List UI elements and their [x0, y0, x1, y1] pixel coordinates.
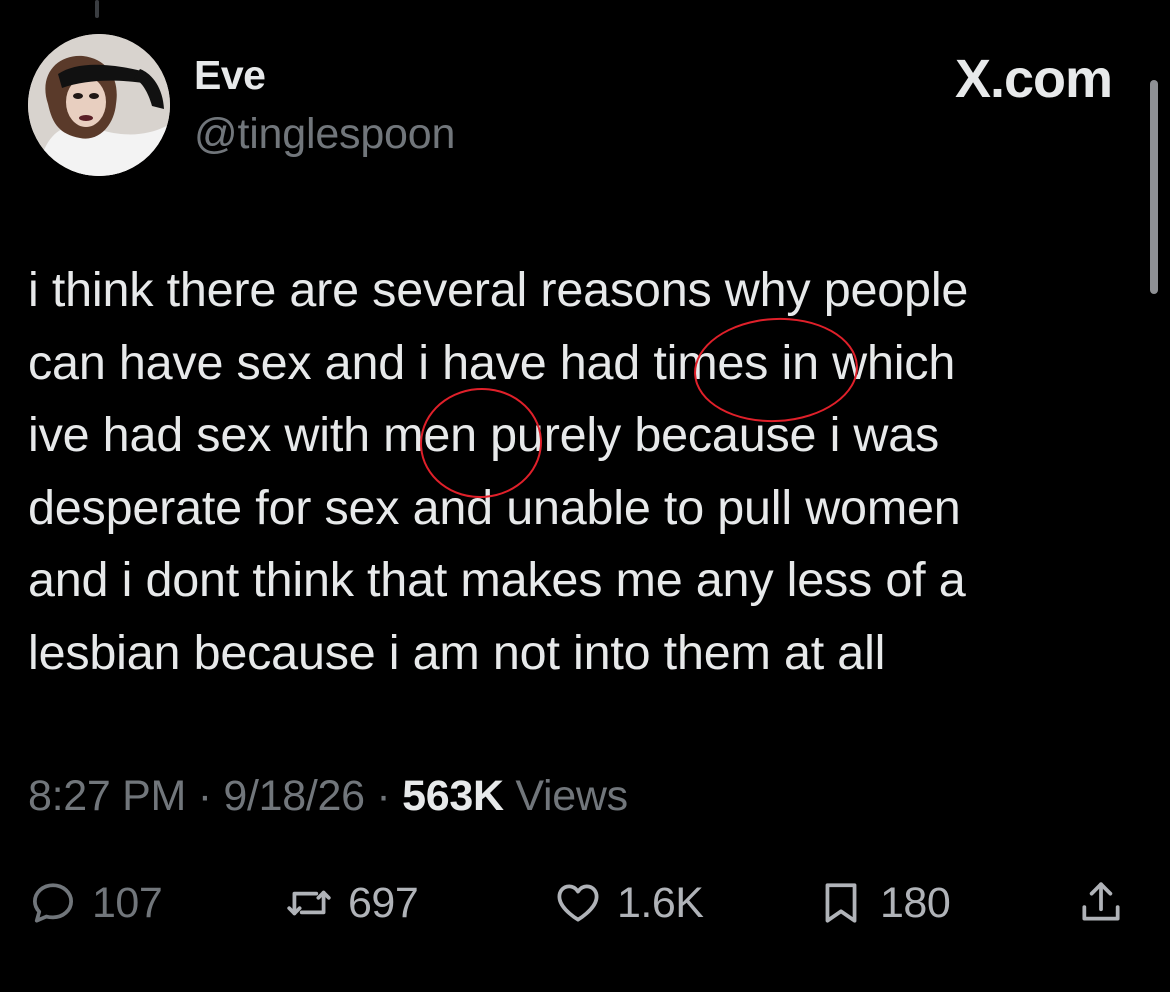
bookmark-button[interactable]: 180 [816, 868, 951, 938]
views-count: 563K [402, 772, 504, 820]
tweet-line: lesbian because i am not into them at al… [28, 625, 886, 680]
retweet-count: 697 [348, 878, 419, 927]
views-label: Views [515, 772, 628, 820]
share-icon [1082, 882, 1120, 921]
scrollbar[interactable] [1150, 80, 1158, 294]
reply-icon [33, 883, 73, 923]
retweet-button[interactable]: 697 [284, 868, 419, 938]
retweet-icon [287, 890, 331, 916]
profile-photo-icon [28, 34, 170, 176]
tweet-text: i think there are several reasons why pe… [28, 254, 1118, 689]
bookmark-icon [825, 883, 857, 923]
post-time[interactable]: 8:27 PM [28, 772, 186, 820]
share-button[interactable] [1076, 868, 1126, 938]
reply-count: 107 [92, 878, 163, 927]
tweet-line: can have sex and i have had times in whi… [28, 335, 956, 390]
bookmark-count: 180 [880, 878, 951, 927]
meta-separator: · [376, 772, 391, 820]
tweet-line: desperate for sex and unable to pull wom… [28, 480, 961, 535]
tweet-meta: 8:27 PM · 9/18/26 · 563K Views [28, 772, 628, 821]
tweet-line: i think there are several reasons why pe… [28, 263, 969, 317]
tweet-line: ive had sex with men purely because i wa… [28, 408, 940, 462]
tweet-actions: 107 697 1.6K 180 [0, 868, 1170, 938]
meta-separator: · [197, 772, 212, 820]
thread-connector-line [95, 0, 99, 18]
post-date[interactable]: 9/18/26 [223, 772, 365, 820]
display-name[interactable]: Eve [194, 52, 266, 99]
tweet-line: and i dont think that makes me any less … [28, 553, 966, 607]
user-handle[interactable]: @tinglespoon [194, 110, 455, 159]
avatar[interactable] [28, 34, 170, 176]
reply-button[interactable]: 107 [28, 868, 163, 938]
brand-logo: X.com [954, 49, 1113, 109]
like-button[interactable]: 1.6K [553, 868, 704, 938]
like-count: 1.6K [617, 878, 704, 927]
heart-icon [557, 884, 599, 922]
